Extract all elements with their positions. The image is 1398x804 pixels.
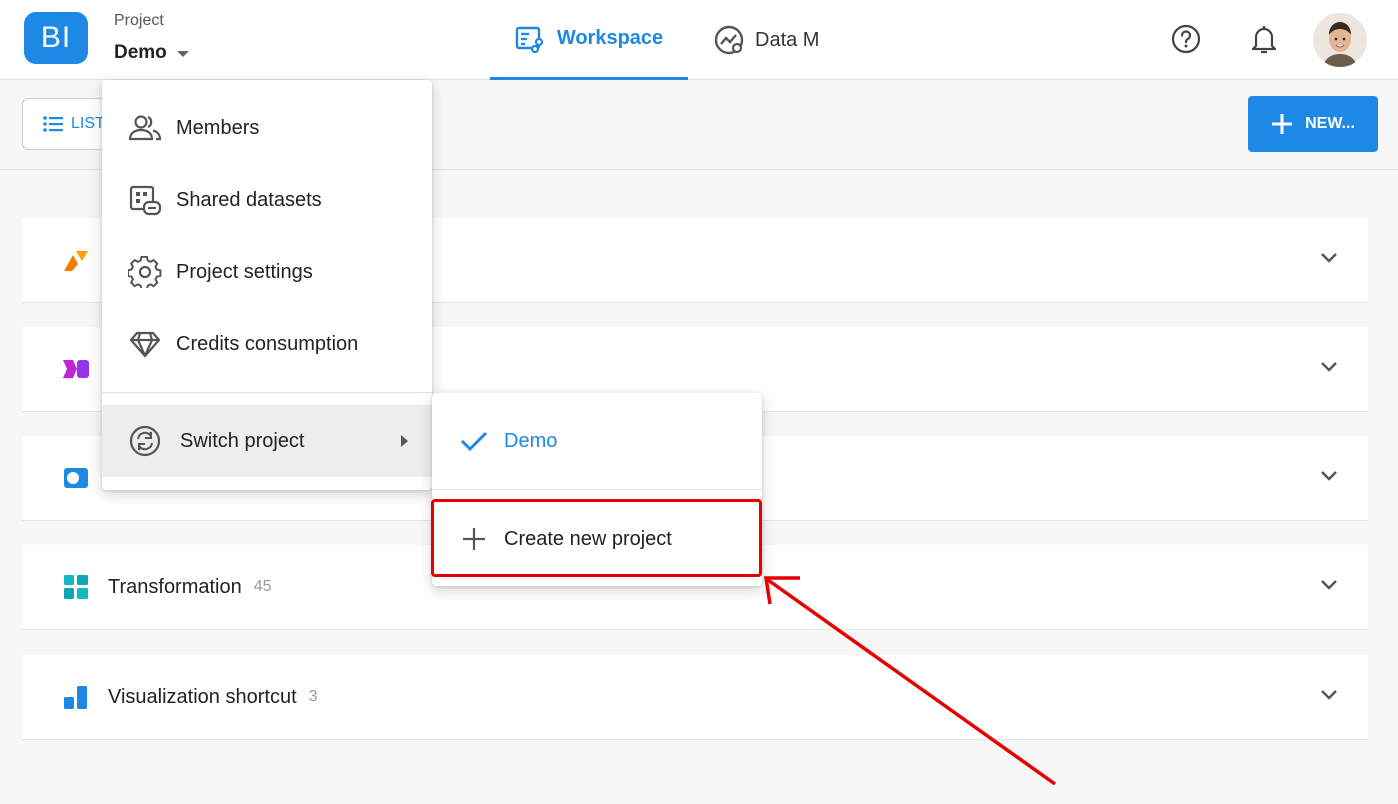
project-name: Demo bbox=[114, 42, 167, 63]
switch-project-icon bbox=[129, 425, 161, 457]
row-count: 45 bbox=[253, 578, 272, 595]
menu-item-label: Switch project bbox=[180, 429, 305, 452]
switch-project-submenu: Demo Create new project bbox=[432, 393, 762, 586]
plus-icon bbox=[463, 528, 485, 550]
project-option-demo[interactable]: Demo bbox=[432, 393, 762, 489]
tab-workspace-label: Workspace bbox=[556, 27, 664, 49]
caret-right-icon bbox=[401, 435, 408, 447]
menu-item-label: Members bbox=[176, 116, 260, 139]
chevron-down-icon[interactable] bbox=[1320, 579, 1338, 591]
menu-item-switch-project[interactable]: Switch project bbox=[102, 405, 432, 477]
row-title: Visualization shortcut bbox=[108, 685, 297, 708]
menu-item-label: Project settings bbox=[176, 260, 313, 283]
row-count: 3 bbox=[308, 688, 318, 705]
chevron-down-icon[interactable] bbox=[1320, 252, 1338, 264]
avatar-image bbox=[1313, 13, 1367, 67]
orange-connector-icon bbox=[62, 246, 90, 274]
gear-icon bbox=[128, 256, 162, 288]
list-icon bbox=[43, 116, 63, 132]
new-button[interactable]: NEW... bbox=[1248, 96, 1378, 152]
menu-item-members[interactable]: Members bbox=[102, 92, 432, 164]
tab-data-monitor-label: Data M bbox=[755, 28, 820, 51]
submenu-divider bbox=[432, 489, 762, 490]
menu-item-project-settings[interactable]: Project settings bbox=[102, 236, 432, 308]
bell-icon bbox=[1251, 26, 1277, 54]
category-row-visualization[interactable]: Visualization shortcut 3 bbox=[22, 655, 1368, 740]
new-button-label: NEW... bbox=[1305, 115, 1355, 132]
help-circle-icon bbox=[1171, 24, 1201, 54]
purple-flow-icon bbox=[62, 355, 90, 383]
blue-storage-icon bbox=[62, 464, 90, 492]
project-menu: Members Shared datasets Project settings bbox=[102, 80, 432, 490]
menu-divider bbox=[102, 392, 432, 393]
caret-down-icon bbox=[176, 51, 189, 57]
notifications-button[interactable] bbox=[1245, 20, 1283, 58]
row-title: Transformation bbox=[108, 575, 242, 598]
plus-icon bbox=[1272, 114, 1293, 134]
app-logo[interactable]: BI bbox=[24, 12, 88, 64]
user-avatar[interactable] bbox=[1313, 13, 1367, 67]
project-option-label: Demo bbox=[504, 429, 558, 452]
teal-grid-icon bbox=[62, 573, 90, 601]
create-new-project-button[interactable]: Create new project bbox=[432, 491, 762, 587]
diamond-icon bbox=[129, 331, 161, 358]
help-button[interactable] bbox=[1167, 20, 1205, 58]
tab-workspace[interactable]: Workspace bbox=[490, 0, 688, 80]
project-selector[interactable]: Demo bbox=[114, 42, 189, 64]
list-view-label: LIST bbox=[71, 115, 105, 132]
menu-item-shared-datasets[interactable]: Shared datasets bbox=[102, 164, 432, 236]
check-icon bbox=[460, 431, 488, 452]
top-bar: BI Project Demo Workspace Data M bbox=[0, 0, 1398, 80]
bar-chart-icon bbox=[62, 683, 90, 711]
menu-item-label: Shared datasets bbox=[176, 188, 322, 211]
workspace-icon bbox=[515, 26, 543, 53]
chevron-down-icon[interactable] bbox=[1320, 470, 1338, 482]
create-new-project-label: Create new project bbox=[504, 527, 672, 550]
menu-item-label: Credits consumption bbox=[176, 332, 359, 355]
chevron-down-icon[interactable] bbox=[1320, 689, 1338, 701]
shared-datasets-icon bbox=[129, 185, 162, 216]
tab-data-monitor[interactable]: Data M bbox=[713, 0, 819, 80]
menu-item-credits-consumption[interactable]: Credits consumption bbox=[102, 308, 432, 380]
chevron-down-icon[interactable] bbox=[1320, 361, 1338, 373]
data-monitor-icon bbox=[714, 25, 744, 55]
members-icon bbox=[128, 115, 162, 141]
project-caption: Project bbox=[114, 12, 164, 29]
